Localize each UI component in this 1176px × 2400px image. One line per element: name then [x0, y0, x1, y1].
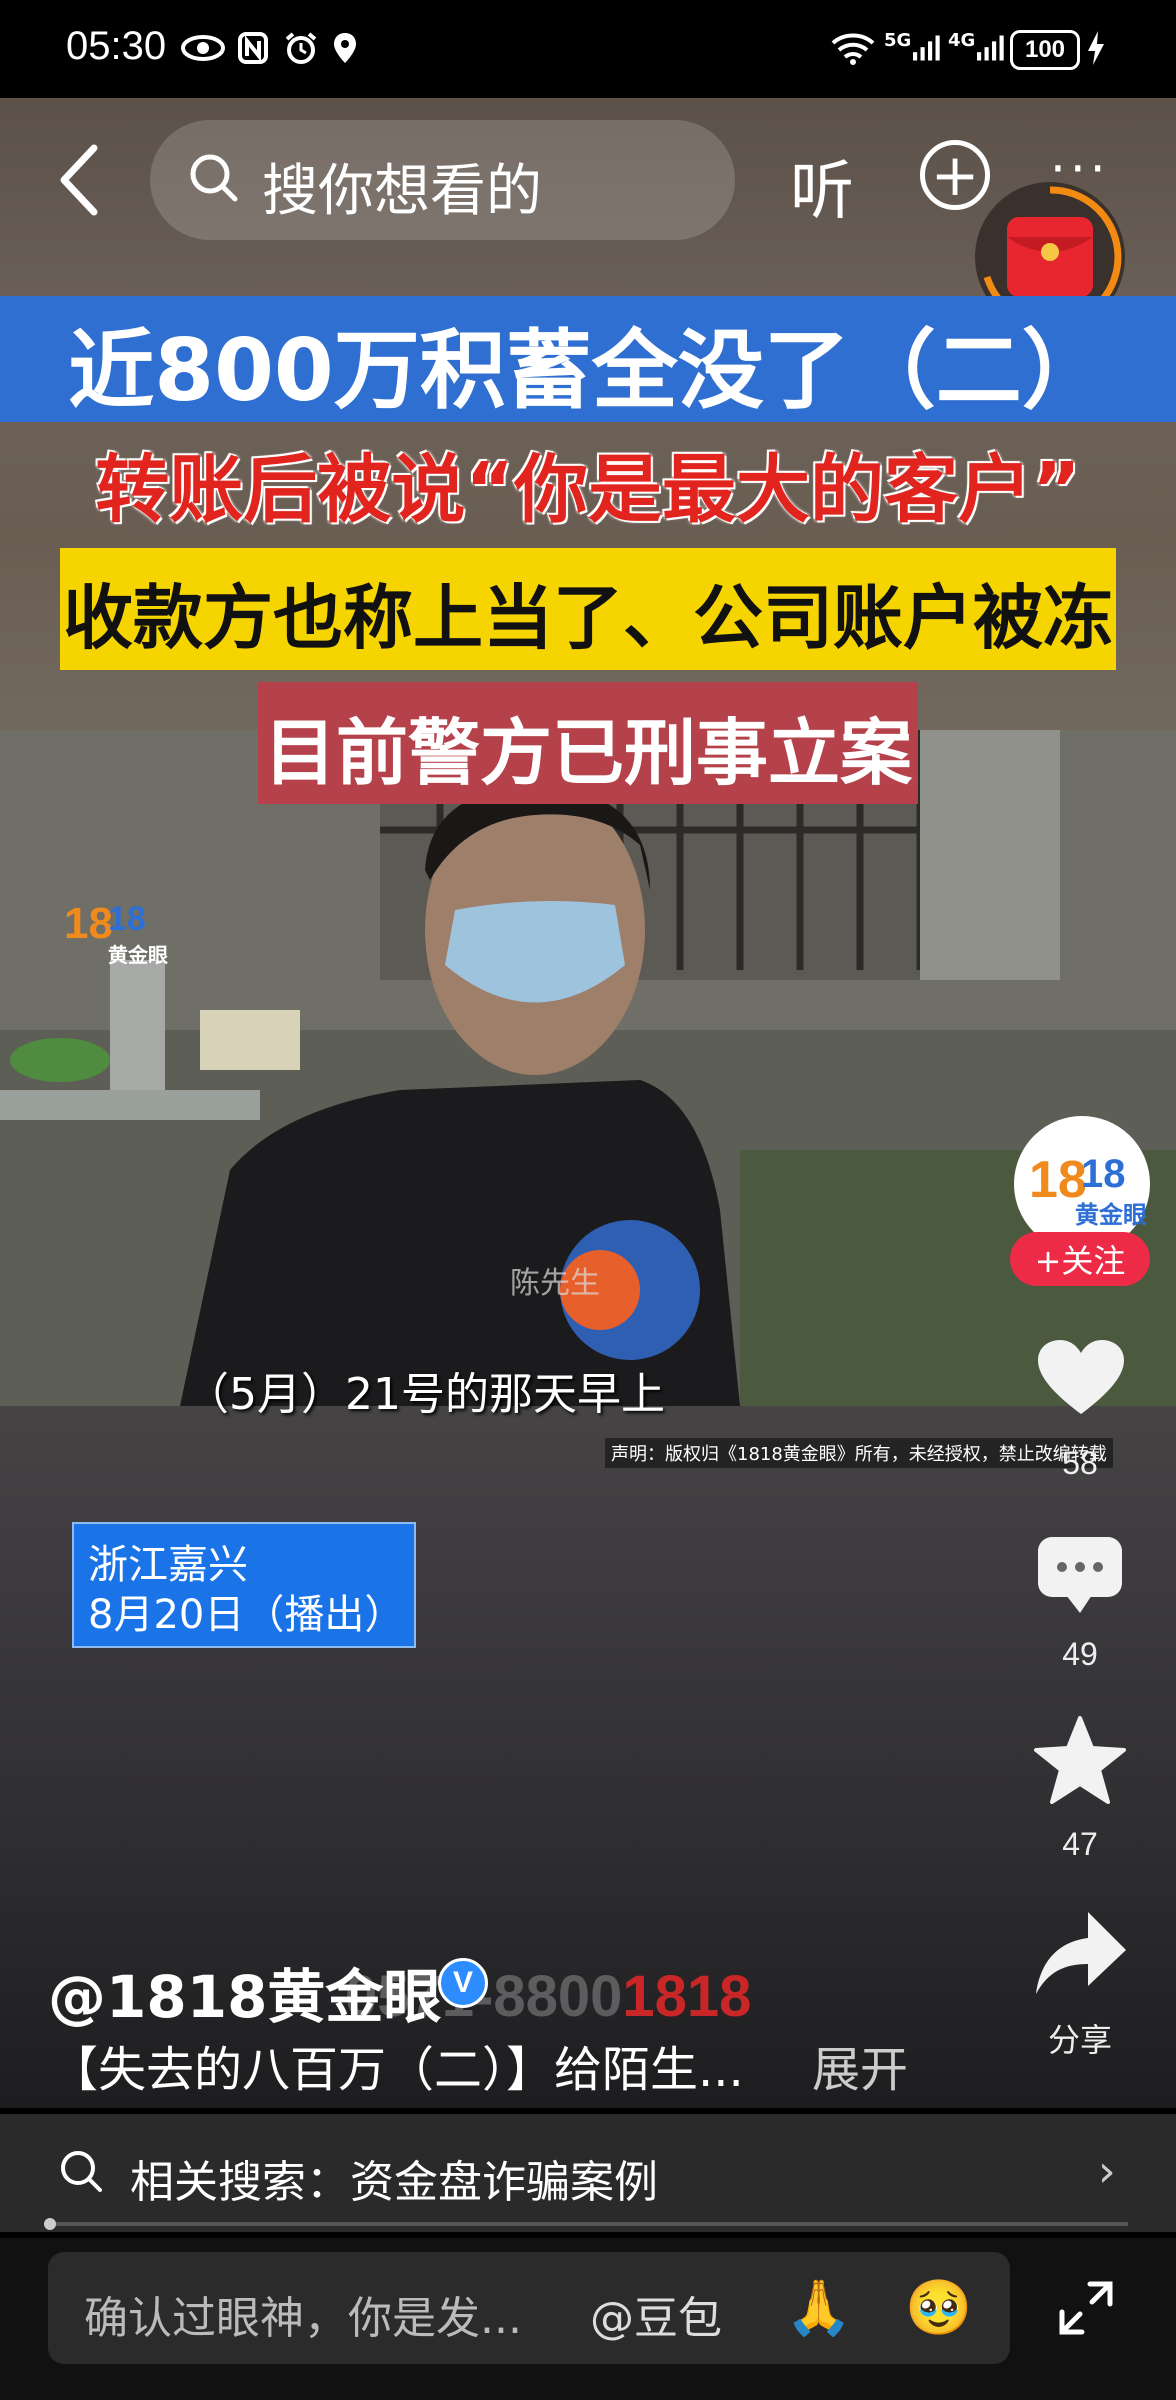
like-count: 58 — [1062, 1445, 1098, 1481]
emoji-teary-button[interactable]: 🥹 — [905, 2276, 972, 2340]
alarm-icon — [282, 30, 320, 66]
search-placeholder: 搜你想看的 — [262, 159, 542, 224]
search-icon — [186, 150, 242, 210]
fullscreen-button[interactable] — [1058, 2280, 1114, 2336]
signal-5g-icon: 5G — [884, 30, 940, 66]
broadcast-date: 8月20日（播出） — [88, 1592, 405, 1638]
chevron-left-icon — [60, 144, 98, 216]
comment-button[interactable] — [1036, 1535, 1124, 1619]
signal-4g-label: 4G — [948, 30, 976, 51]
charging-icon — [1084, 30, 1108, 66]
plus-icon: + — [930, 141, 980, 209]
video-title-line4: 目前警方已刑事立案 — [263, 711, 912, 795]
video-description[interactable]: 【失去的八百万（二）】给陌生... — [50, 2030, 744, 2100]
video-title-line2: 转账后被说“你是最大的客户” — [95, 447, 1081, 533]
battery-indicator: 100 — [1010, 30, 1080, 70]
back-button[interactable] — [50, 140, 110, 220]
heart-icon — [1038, 1340, 1124, 1414]
nfc-icon — [236, 30, 270, 66]
svg-text:18: 18 — [64, 899, 113, 948]
expand-icon — [1059, 2281, 1113, 2335]
hotline-suffix: 1818 — [622, 1964, 752, 2029]
wifi-icon — [828, 30, 878, 66]
svg-text:黄金眼: 黄金眼 — [108, 943, 168, 967]
video-scene — [0, 730, 1176, 1406]
status-time: 05:30 — [66, 24, 167, 68]
comment-count: 49 — [1062, 1636, 1098, 1672]
share-button[interactable] — [1034, 1910, 1128, 2000]
location-pin-icon — [330, 30, 360, 66]
signal-4g-icon: 4G — [948, 30, 1004, 66]
interviewee-name: 陈先生 — [510, 1266, 600, 1301]
mention-doubao[interactable]: @豆包 — [590, 2282, 722, 2346]
chevron-right-icon: › — [1098, 2146, 1116, 2197]
comment-icon — [1038, 1537, 1122, 1613]
verified-badge-icon: V — [438, 1958, 488, 2008]
favorite-button[interactable] — [1034, 1716, 1126, 1808]
progress-handle[interactable] — [44, 2218, 56, 2230]
eye-icon — [180, 30, 226, 66]
search-icon — [58, 2148, 106, 2200]
emoji-pray-button[interactable]: 🙏 — [785, 2276, 852, 2340]
video-progress-bar[interactable] — [48, 2222, 1128, 2226]
channel-logo: 18 18 黄金眼 — [62, 890, 172, 970]
svg-text:18: 18 — [1081, 1152, 1126, 1196]
video-subtitle: （5月）21号的那天早上 — [185, 1369, 665, 1420]
author-name[interactable]: @1818黄金眼 — [48, 1950, 441, 2034]
listen-button[interactable]: 听 — [790, 140, 854, 232]
star-icon — [1034, 1716, 1126, 1804]
favorite-count: 47 — [1062, 1826, 1098, 1862]
related-search-label: 相关搜索：资金盘诈骗案例 — [130, 2157, 658, 2208]
follow-button[interactable]: +关注 — [1010, 1232, 1150, 1286]
signal-5g-label: 5G — [884, 30, 912, 51]
comment-placeholder: 确认过眼神，你是发... — [84, 2293, 522, 2344]
expand-button[interactable]: 展开 — [812, 2030, 908, 2100]
share-icon — [1036, 1912, 1126, 1994]
like-button[interactable] — [1036, 1338, 1126, 1422]
share-label: 分享 — [1047, 2022, 1112, 2058]
svg-text:18: 18 — [108, 900, 146, 938]
video-title-line1: 近800万积蓄全没了（二） — [68, 321, 1108, 421]
svg-text:黄金眼: 黄金眼 — [1075, 1201, 1147, 1229]
